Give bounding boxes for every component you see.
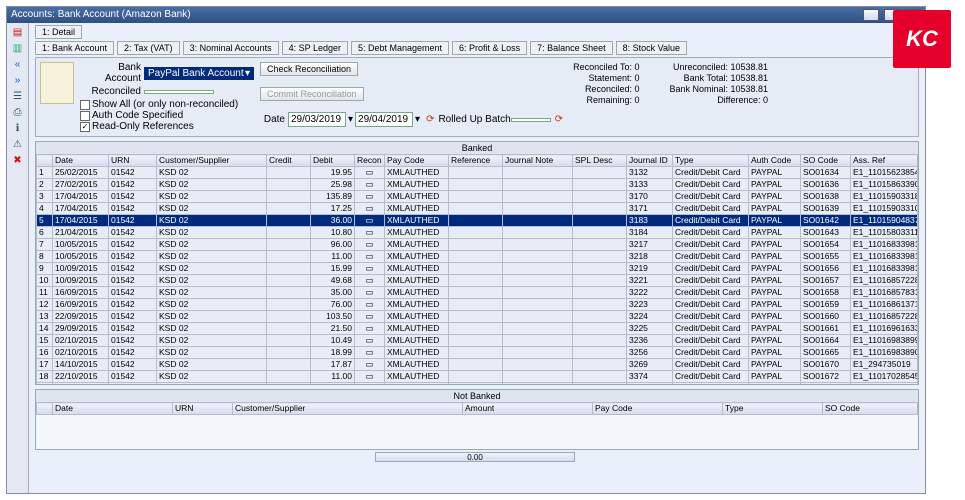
- table-row[interactable]: 1822/10/201501542KSD 0211.00▭XMLAUTHED33…: [37, 371, 918, 383]
- bank-account-label: Bank Account: [80, 62, 144, 84]
- table-row[interactable]: 910/09/201501542KSD 0215.99▭XMLAUTHED321…: [37, 263, 918, 275]
- rolled-label: Rolled Up Batch: [438, 114, 510, 125]
- not-banked-header: Not Banked: [36, 390, 918, 402]
- reconciled-label: Reconciled: [80, 86, 144, 97]
- table-row[interactable]: 1922/10/201501542KSD 0218.00▭XMLAUTHED33…: [37, 383, 918, 385]
- refresh-icon[interactable]: ⟳: [422, 114, 438, 125]
- table-row[interactable]: 1116/09/201501542KSD 0235.00▭XMLAUTHED32…: [37, 287, 918, 299]
- print-icon[interactable]: ⎙: [10, 105, 26, 119]
- filter-pane: Bank Account PayPal Bank Account▾ Reconc…: [35, 57, 919, 137]
- table-row[interactable]: 1010/09/201501542KSD 0249.68▭XMLAUTHED32…: [37, 275, 918, 287]
- minimize-button[interactable]: _: [863, 9, 879, 21]
- table-row[interactable]: 1429/09/201501542KSD 0221.50▭XMLAUTHED32…: [37, 323, 918, 335]
- col-header[interactable]: SO Code: [801, 155, 851, 167]
- document-icon[interactable]: ☰: [10, 89, 26, 103]
- sub-tab-7[interactable]: 8: Stock Value: [616, 41, 687, 55]
- table-row[interactable]: 1502/10/201501542KSD 0210.49▭XMLAUTHED32…: [37, 335, 918, 347]
- kc-logo: KC: [893, 10, 951, 68]
- sub-tab-4[interactable]: 5: Debt Management: [351, 41, 449, 55]
- col-header[interactable]: [37, 155, 53, 167]
- export-icon[interactable]: ▥: [10, 41, 26, 55]
- bottom-total: 0.00: [375, 452, 575, 462]
- window-title: Accounts: Bank Account (Amazon Bank): [11, 7, 191, 23]
- table-row[interactable]: 227/02/201501542KSD 0225.98▭XMLAUTHED313…: [37, 179, 918, 191]
- readonly-check[interactable]: ✓Read-Only References: [80, 121, 254, 132]
- rolled-batch-input[interactable]: [511, 118, 551, 122]
- not-banked-grid: Not Banked DateURNCustomer/SupplierAmoun…: [35, 389, 919, 450]
- chevron-down-icon: ▾: [245, 68, 250, 79]
- title-bar: Accounts: Bank Account (Amazon Bank) _ □…: [7, 7, 925, 23]
- date-from-input[interactable]: 29/03/2019: [288, 112, 346, 127]
- auth-code-check[interactable]: Auth Code Specified: [80, 110, 254, 121]
- refresh-icon-2[interactable]: ⟳: [551, 114, 567, 125]
- show-all-check[interactable]: Show All (or only non-reconciled): [80, 99, 254, 110]
- date-to-input[interactable]: 29/04/2019: [355, 112, 413, 127]
- banked-grid: Banked DateURNCustomer/SupplierCreditDeb…: [35, 141, 919, 385]
- table-row[interactable]: 710/05/201501542KSD 0296.00▭XMLAUTHED321…: [37, 239, 918, 251]
- forward-icon[interactable]: »: [10, 73, 26, 87]
- table-row[interactable]: 810/05/201501542KSD 0211.00▭XMLAUTHED321…: [37, 251, 918, 263]
- note-icon: [40, 62, 74, 104]
- col-header[interactable]: Pay Code: [385, 155, 449, 167]
- delete-icon[interactable]: ✖: [10, 153, 26, 167]
- sub-tab-3[interactable]: 4: SP Ledger: [282, 41, 348, 55]
- col-header[interactable]: Type: [673, 155, 749, 167]
- col-header[interactable]: Ass. Ref: [851, 155, 918, 167]
- sub-tab-2[interactable]: 3: Nominal Accounts: [183, 41, 279, 55]
- date-label: Date: [260, 114, 288, 125]
- col-header[interactable]: SPL Desc: [573, 155, 627, 167]
- warning-icon[interactable]: ⚠: [10, 137, 26, 151]
- col-header[interactable]: Customer/Supplier: [157, 155, 267, 167]
- col-header[interactable]: Journal ID: [627, 155, 673, 167]
- table-row[interactable]: 621/04/201501542KSD 0210.80▭XMLAUTHED318…: [37, 227, 918, 239]
- reconciled-input[interactable]: [144, 90, 214, 94]
- sub-tab-0[interactable]: 1: Bank Account: [35, 41, 114, 55]
- table-row[interactable]: 1602/10/201501542KSD 0218.99▭XMLAUTHED32…: [37, 347, 918, 359]
- sub-tab-1[interactable]: 2: Tax (VAT): [117, 41, 180, 55]
- col-header[interactable]: Auth Code: [749, 155, 801, 167]
- table-row[interactable]: 317/04/201501542KSD 02135.89▭XMLAUTHED31…: [37, 191, 918, 203]
- sub-tab-5[interactable]: 6: Profit & Loss: [452, 41, 527, 55]
- col-header[interactable]: Credit: [267, 155, 311, 167]
- app-window: Accounts: Bank Account (Amazon Bank) _ □…: [6, 6, 926, 494]
- col-header[interactable]: Journal Note: [503, 155, 573, 167]
- info-icon[interactable]: ℹ: [10, 121, 26, 135]
- table-row[interactable]: 1216/09/201501542KSD 0276.00▭XMLAUTHED32…: [37, 299, 918, 311]
- table-row[interactable]: 125/02/201501542KSD 0219.95▭XMLAUTHED313…: [37, 167, 918, 179]
- check-reconciliation-button[interactable]: Check Reconciliation: [260, 62, 358, 76]
- pdf-icon[interactable]: ▤: [10, 25, 26, 39]
- col-header[interactable]: Date: [53, 155, 109, 167]
- sub-tab-6[interactable]: 7: Balance Sheet: [530, 41, 613, 55]
- table-row[interactable]: 517/04/201501542KSD 0236.00▭XMLAUTHED318…: [37, 215, 918, 227]
- col-header[interactable]: Debit: [311, 155, 355, 167]
- commit-reconciliation-button: Commit Reconciliation: [260, 87, 364, 101]
- table-row[interactable]: 417/04/201501542KSD 0217.25▭XMLAUTHED317…: [37, 203, 918, 215]
- col-header[interactable]: Reference: [449, 155, 503, 167]
- col-header[interactable]: URN: [109, 155, 157, 167]
- back-icon[interactable]: «: [10, 57, 26, 71]
- table-row[interactable]: 1322/09/201501542KSD 02103.50▭XMLAUTHED3…: [37, 311, 918, 323]
- tab-detail[interactable]: 1: Detail: [35, 25, 82, 39]
- bank-account-select[interactable]: PayPal Bank Account▾: [144, 67, 254, 80]
- banked-header: Banked: [36, 142, 918, 154]
- table-row[interactable]: 1714/10/201501542KSD 0217.87▭XMLAUTHED32…: [37, 359, 918, 371]
- sidebar-toolbar: ▤ ▥ « » ☰ ⎙ ℹ ⚠ ✖: [7, 23, 29, 493]
- col-header[interactable]: Recon: [355, 155, 385, 167]
